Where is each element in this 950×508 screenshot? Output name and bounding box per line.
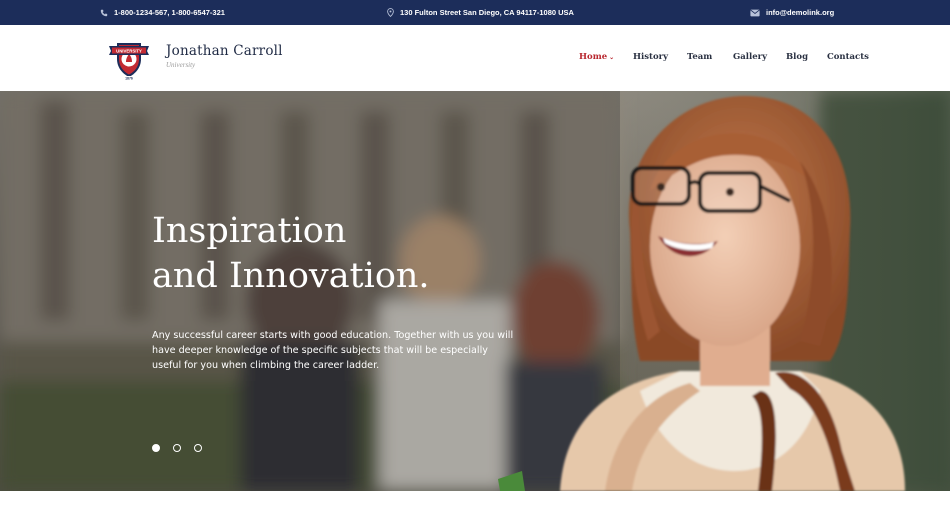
contact-address[interactable]: 130 Fulton Street San Diego, CA 94117-10… — [387, 0, 574, 25]
hero-background-image — [0, 91, 950, 491]
brand-name[interactable]: Jonathan Carroll — [166, 43, 283, 59]
phone-numbers[interactable]: 1-800-1234-567, 1-800-6547-321 — [114, 8, 225, 17]
slider-pagination — [152, 444, 202, 452]
phone-icon — [100, 9, 108, 17]
map-pin-icon — [387, 8, 394, 17]
chevron-down-icon: ⌄ — [609, 54, 615, 61]
nav-item-team[interactable]: Team — [687, 52, 712, 62]
slider-dot-3[interactable] — [194, 444, 202, 452]
hero-title-line-2: and Innovation. — [152, 256, 430, 296]
site-header: UNIVERSITY 1876 Jonathan Carroll Univers… — [0, 25, 950, 91]
nav-item-gallery[interactable]: Gallery — [733, 52, 767, 62]
hero-slider: Inspiration and Innovation. Any successf… — [0, 91, 950, 491]
contact-phone[interactable]: 1-800-1234-567, 1-800-6547-321 — [100, 0, 225, 25]
nav-item-contacts[interactable]: Contacts — [827, 52, 869, 62]
nav-item-blog[interactable]: Blog — [786, 52, 808, 62]
contact-email[interactable]: info@demolink.org — [750, 0, 834, 25]
hero-title: Inspiration and Innovation. — [152, 209, 430, 299]
nav-item-history[interactable]: History — [633, 52, 668, 62]
envelope-icon — [750, 9, 760, 17]
nav-item-home[interactable]: Home ⌄ — [579, 52, 614, 62]
logo-year: 1876 — [125, 76, 133, 80]
university-logo[interactable]: UNIVERSITY 1876 — [106, 35, 152, 81]
logo-banner-text: UNIVERSITY — [116, 48, 142, 53]
hero-description: Any successful career starts with good e… — [152, 330, 514, 371]
page-content-start — [0, 491, 950, 508]
hero-title-line-1: Inspiration — [152, 211, 347, 251]
brand-subtitle: University — [166, 61, 196, 69]
slider-dot-2[interactable] — [173, 444, 181, 452]
email-link[interactable]: info@demolink.org — [766, 8, 834, 17]
nav-item-label: Home — [579, 52, 608, 62]
address-text[interactable]: 130 Fulton Street San Diego, CA 94117-10… — [400, 8, 574, 17]
top-info-bar: 1-800-1234-567, 1-800-6547-321 130 Fulto… — [0, 0, 950, 25]
slider-dot-1[interactable] — [152, 444, 160, 452]
